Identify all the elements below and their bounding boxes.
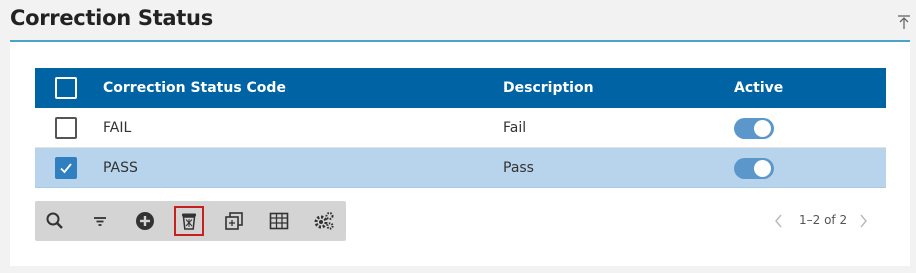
delete-icon: [182, 213, 196, 230]
filter-button[interactable]: [85, 206, 115, 236]
copy-icon: [225, 212, 243, 230]
page-header: Correction Status: [0, 0, 916, 42]
table-row[interactable]: PASS Pass: [35, 148, 886, 188]
description-cell: Fail: [503, 120, 527, 136]
grid-header: Correction Status Code Description Activ…: [35, 68, 886, 108]
row-checkbox[interactable]: [55, 117, 77, 139]
search-icon: [46, 212, 63, 229]
active-toggle[interactable]: [734, 158, 774, 179]
column-header-description[interactable]: Description: [503, 68, 594, 108]
description-cell: Pass: [503, 160, 534, 176]
collapse-up-icon[interactable]: [896, 14, 912, 30]
correction-status-grid: Correction Status Code Description Activ…: [35, 68, 886, 188]
add-icon: [136, 212, 154, 230]
checkmark-icon: [60, 163, 72, 174]
pagination-label: 1–2 of 2: [799, 213, 848, 227]
chevron-right-icon[interactable]: [858, 214, 868, 228]
delete-button[interactable]: [174, 206, 204, 236]
select-all-checkbox[interactable]: [55, 77, 77, 99]
correction-status-code: FAIL: [103, 120, 132, 136]
active-toggle[interactable]: [734, 118, 774, 139]
grid-layout-button[interactable]: [264, 206, 294, 236]
settings-button[interactable]: [309, 206, 339, 236]
toggle-knob: [754, 160, 771, 177]
grid-layout-icon: [269, 212, 289, 230]
copy-button[interactable]: [219, 206, 249, 236]
page-title: Correction Status: [10, 6, 213, 30]
column-header-active[interactable]: Active: [734, 68, 783, 108]
column-header-code[interactable]: Correction Status Code: [103, 68, 286, 108]
correction-status-code: PASS: [103, 160, 138, 176]
chevron-left-icon[interactable]: [774, 214, 784, 228]
grid-toolbar: [35, 201, 346, 241]
toggle-knob: [754, 120, 771, 137]
row-checkbox[interactable]: [55, 157, 77, 179]
filter-icon: [94, 217, 106, 226]
add-button[interactable]: [130, 206, 160, 236]
search-button[interactable]: [40, 206, 70, 236]
table-row[interactable]: FAIL Fail: [35, 108, 886, 148]
settings-icon: [314, 212, 334, 230]
